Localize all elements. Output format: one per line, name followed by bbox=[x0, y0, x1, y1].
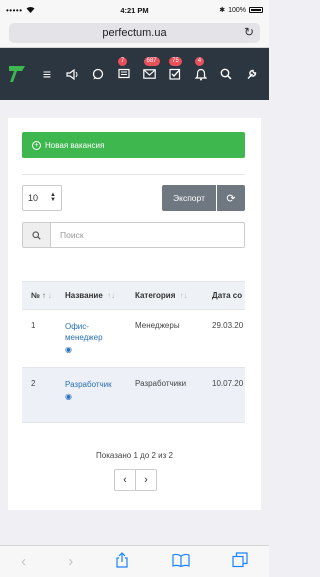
table-header: № ↑ ↓ Название ↑↓ Категория ↑↓ Дата со bbox=[22, 281, 245, 310]
page-size-select[interactable]: 10 ▲ ▼ bbox=[22, 185, 62, 211]
forward-icon[interactable]: › bbox=[68, 553, 73, 570]
column-header-category[interactable]: Категория ↑↓ bbox=[135, 291, 188, 300]
mail-badge: 687 bbox=[143, 57, 160, 66]
vacancy-name-link[interactable]: Офис- менеджер ◉ bbox=[65, 321, 103, 354]
chat-badge: 7 bbox=[117, 57, 128, 66]
chat-icon[interactable]: 7 bbox=[115, 57, 133, 84]
url-text: perfectum.ua bbox=[102, 27, 167, 39]
vacancies-panel: + Новая вакансия 10 ▲▼ Экспорт ⟳ №↑↓ Наз… bbox=[8, 118, 261, 510]
share-icon[interactable] bbox=[115, 551, 129, 572]
bell-icon[interactable]: 4 bbox=[192, 57, 210, 84]
address-bar[interactable]: perfectum.ua ↻ bbox=[9, 23, 260, 43]
vacancies-table: № ↑ ↓ Название ↑↓ Категория ↑↓ Дата со 1 О… bbox=[22, 281, 245, 426]
new-vacancy-button[interactable]: + Новая вакансия bbox=[22, 132, 245, 158]
sort-icon: ↑↓ bbox=[179, 291, 188, 300]
status-bar: ••••• 4:21 PM ✱ 100% bbox=[0, 0, 269, 20]
search-icon bbox=[32, 230, 41, 240]
row-number: 2 bbox=[31, 379, 36, 388]
pagination-summary: Показано 1 до 2 из 2 bbox=[96, 451, 173, 460]
divider bbox=[22, 174, 245, 175]
sort-icon: ↑↓ bbox=[107, 291, 115, 300]
eye-icon[interactable]: ◉ bbox=[65, 345, 103, 354]
table-row: 1 Офис- менеджер ◉ Менеджеры 29.03.20 bbox=[22, 310, 245, 368]
new-vacancy-label: Новая вакансия bbox=[45, 140, 105, 150]
row-number: 1 bbox=[31, 321, 36, 330]
comment-icon[interactable] bbox=[89, 64, 107, 84]
row-date: 29.03.20 bbox=[212, 321, 244, 330]
logo-icon[interactable] bbox=[8, 64, 26, 84]
menu-icon[interactable]: ≡ bbox=[38, 64, 56, 84]
previous-page-button[interactable]: ‹ bbox=[114, 469, 136, 491]
search-input[interactable] bbox=[51, 222, 245, 248]
wifi-icon bbox=[26, 6, 35, 15]
chevron-left-icon: ‹ bbox=[123, 474, 127, 486]
refresh-icon: ⟳ bbox=[226, 192, 236, 205]
column-header-number[interactable]: № ↑ ↓ bbox=[31, 291, 52, 300]
announcement-icon[interactable] bbox=[64, 64, 82, 84]
column-header-name[interactable]: Название ↑↓ bbox=[65, 291, 115, 300]
bookmarks-icon[interactable] bbox=[172, 553, 190, 571]
signal-area: ••••• bbox=[6, 6, 35, 15]
battery-icon bbox=[249, 7, 263, 13]
search-button[interactable] bbox=[22, 222, 51, 248]
row-category: Менеджеры bbox=[135, 321, 180, 330]
export-button[interactable]: Экспорт bbox=[162, 185, 216, 211]
column-header-date[interactable]: Дата со bbox=[212, 291, 242, 300]
mail-icon[interactable]: 687 bbox=[141, 57, 160, 84]
back-icon[interactable]: ‹ bbox=[21, 553, 26, 570]
battery-area: ✱ 100% bbox=[219, 6, 263, 14]
tasks-icon[interactable]: 75 bbox=[166, 57, 184, 84]
vacancy-name-link[interactable]: Разработчик ◉ bbox=[65, 379, 112, 401]
signal-dots: ••••• bbox=[6, 5, 23, 15]
table-row: 2 Разработчик ◉ Разработчики 10.07.20 bbox=[22, 368, 245, 423]
eye-icon[interactable]: ◉ bbox=[65, 392, 112, 401]
notifications-badge: 4 bbox=[194, 57, 205, 66]
row-category: Разработчики bbox=[135, 379, 187, 388]
tabs-icon[interactable] bbox=[232, 551, 248, 572]
tasks-badge: 75 bbox=[169, 57, 182, 66]
page-size-value: 10 bbox=[28, 193, 39, 203]
app-header: ≡ 7 687 75 4 bbox=[0, 48, 269, 100]
row-date: 10.07.20 bbox=[212, 379, 244, 388]
refresh-button[interactable]: ⟳ bbox=[217, 185, 245, 211]
next-page-button[interactable]: › bbox=[135, 469, 157, 491]
plus-circle-icon: + bbox=[32, 140, 41, 150]
chevron-right-icon: › bbox=[144, 474, 148, 486]
search-icon[interactable] bbox=[217, 64, 235, 84]
header-icons: ≡ 7 687 75 4 bbox=[38, 57, 261, 84]
battery-percent: 100% bbox=[228, 6, 246, 14]
browser-toolbar: ‹ › bbox=[0, 545, 269, 577]
wrench-icon[interactable] bbox=[243, 64, 261, 84]
bluetooth-icon: ✱ bbox=[219, 7, 226, 14]
export-label: Экспорт bbox=[173, 193, 205, 203]
reload-icon[interactable]: ↻ bbox=[244, 25, 254, 39]
sort-icon: ↓ bbox=[47, 291, 52, 300]
address-bar-container: perfectum.ua ↻ bbox=[0, 20, 269, 48]
updown-icon: ▲ ▼ bbox=[50, 192, 56, 203]
sort-asc-icon: ↑ bbox=[41, 291, 46, 300]
